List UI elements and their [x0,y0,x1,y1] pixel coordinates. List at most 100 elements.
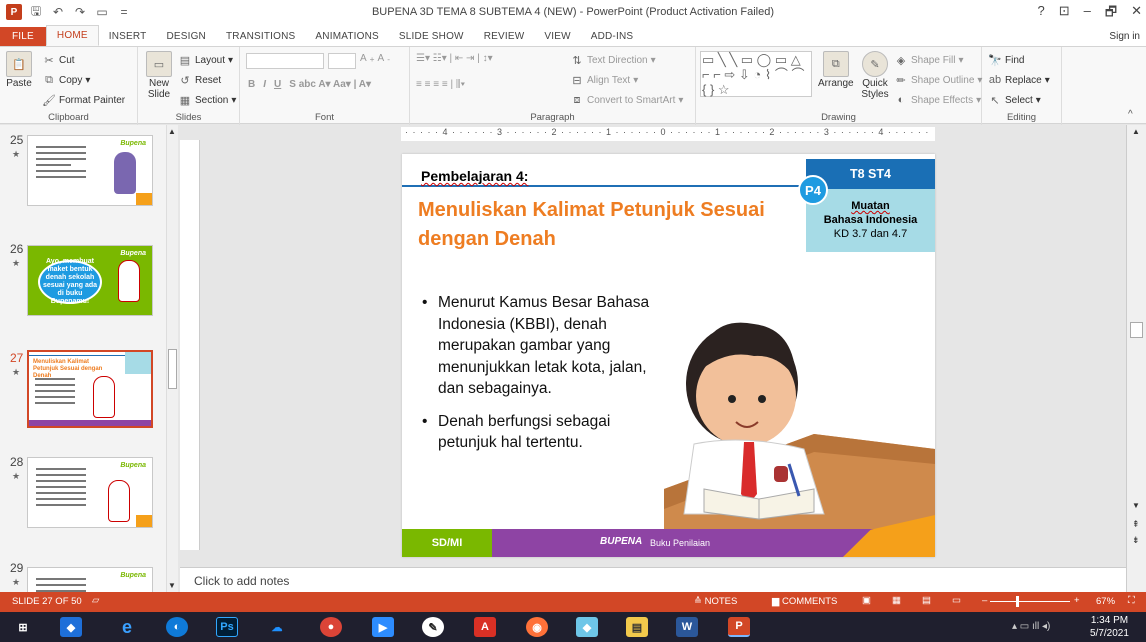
text-direction-button[interactable]: ⇅ Text Direction ▾ [570,53,655,67]
sign-in-link[interactable]: Sign in [1103,27,1146,46]
font-name-dropdown[interactable] [246,53,324,69]
tab-home[interactable]: HOME [45,25,99,46]
arrange-button[interactable]: ⧉ Arrange [818,51,854,89]
select-button[interactable]: ↖ Select ▾ [988,93,1040,107]
tab-review[interactable]: REVIEW [474,27,535,46]
defender-icon[interactable]: ◆ [60,617,82,637]
windows-start-icon[interactable]: ⊞ [12,617,34,637]
zoom-slider[interactable] [990,601,1070,602]
tab-slide-show[interactable]: SLIDE SHOW [389,27,474,46]
slide-sorter-icon[interactable]: ▦ [892,595,901,606]
layout-button[interactable]: ▤ Layout ▾ [178,53,233,67]
chrome-icon[interactable]: ● [320,617,342,637]
cut-button[interactable]: ✂ Cut [42,53,74,67]
tab-transitions[interactable]: TRANSITIONS [216,27,305,46]
file-explorer-icon[interactable]: ▤ [626,617,648,637]
align-text-button[interactable]: ⊟ Align Text ▾ [570,73,638,87]
slide-thumbnail-26[interactable]: Bupena Ayo, membuat maket bentuk denah s… [27,245,153,316]
tab-file[interactable]: FILE [0,27,46,46]
acrobat-icon[interactable]: A [474,617,496,637]
start-presentation-icon[interactable]: ▭ [94,4,110,20]
reset-button[interactable]: ↺ Reset [178,73,221,87]
tab-animations[interactable]: ANIMATIONS [305,27,388,46]
slide-thumbnail-27[interactable]: Menuliskan Kalimat Petunjuk Sesuai denga… [27,350,153,428]
paste-button[interactable]: 📋 Paste [6,51,32,89]
edge-icon[interactable]: ◐ [166,617,188,637]
pembelajaran-heading[interactable]: Pembelajaran 4: [421,168,528,184]
tab-insert[interactable]: INSERT [99,27,157,46]
powerpoint-taskbar-icon[interactable]: P [728,617,750,637]
onedrive-icon[interactable]: ☁ [266,617,288,637]
internet-explorer-icon[interactable]: e [116,617,138,637]
replace-button[interactable]: ab Replace ▾ [988,73,1050,87]
previous-slide-icon[interactable]: ⇞ [1132,519,1140,530]
slide-thumbnail-29[interactable]: Bupena [27,567,153,592]
tab-add-ins[interactable]: ADD-INS [581,27,644,46]
shape-outline-button[interactable]: ✏ Shape Outline ▾ [894,73,982,87]
slide-scrollbar[interactable]: ▲ ▼ ⇞ ⇟ [1126,125,1146,592]
firefox-icon[interactable]: ◉ [526,617,548,637]
find-button[interactable]: 🔭 Find [988,53,1024,67]
normal-view-icon[interactable]: ▣ [862,595,871,606]
scroll-up-icon[interactable]: ▲ [168,127,176,136]
tab-view[interactable]: VIEW [534,27,580,46]
zoom-in-icon[interactable]: + [1074,595,1080,606]
ribbon-display-button[interactable]: ⊡ [1059,3,1070,25]
font-format-buttons[interactable]: B I U S abc A▾ Aa▾ | A▾ [248,79,371,90]
format-painter-button[interactable]: 🖌 Format Painter [42,93,125,107]
notes-button[interactable]: ≙ NOTES [694,596,737,607]
section-button[interactable]: ▦ Section ▾ [178,93,237,107]
photoshop-icon[interactable]: Ps [216,617,238,637]
collapse-ribbon-icon[interactable]: ^ [1128,109,1133,120]
student-illustration[interactable] [664,284,935,534]
p4-badge[interactable]: P4 [798,175,828,205]
system-tray-icons[interactable]: ▴ ▭ ıll ◂) [1012,621,1050,632]
undo-icon[interactable]: ↶ [50,4,66,20]
reading-view-icon[interactable]: ▤ [922,595,931,606]
customize-toolbar-icon[interactable]: = [116,4,132,20]
word-icon[interactable]: W [676,617,698,637]
tab-design[interactable]: DESIGN [156,27,216,46]
slideshow-icon[interactable]: ▭ [952,595,961,606]
comments-button[interactable]: ▆ COMMENTS [772,596,837,607]
scroll-down-icon[interactable]: ▼ [1132,501,1140,510]
close-button[interactable]: ✕ [1131,3,1142,25]
shape-effects-button[interactable]: ◐ Shape Effects ▾ [894,93,981,107]
redo-icon[interactable]: ↷ [72,4,88,20]
slide-thumbnail-25[interactable]: Bupena [27,135,153,206]
zoom-level[interactable]: 67% [1096,596,1115,607]
minimize-button[interactable]: – [1084,3,1091,25]
fit-slide-icon[interactable]: ⛶ [1128,595,1135,606]
zoom-app-icon[interactable]: ▶ [372,617,394,637]
slide-bullets[interactable]: Menurut Kamus Besar Bahasa Indonesia (KB… [420,292,670,465]
save-icon[interactable]: 🖫 [28,4,44,20]
slide-title[interactable]: Menuliskan Kalimat Petunjuk Sesuai denga… [418,196,798,254]
slide-thumbnail-28[interactable]: Bupena [27,457,153,528]
align-buttons[interactable]: ≡ ≡ ≡ ≡ | ⫼▾ [416,79,465,90]
help-button[interactable]: ? [1038,3,1045,25]
list-buttons[interactable]: ☰▾ ☷▾ | ⇤ ⇥ | ↕▾ [416,53,493,64]
convert-smartart-button[interactable]: ⧈ Convert to SmartArt ▾ [570,93,684,107]
font-size-dropdown[interactable] [328,53,356,69]
inkscape-icon[interactable]: ✎ [422,617,444,637]
thumbnail-scrollbar[interactable]: ▲ ▼ [166,125,178,592]
notes-pane[interactable]: Click to add notes [180,567,1126,592]
scroll-up-icon[interactable]: ▲ [1132,127,1140,136]
shape-fill-button[interactable]: ◈ Shape Fill ▾ [894,53,964,67]
quick-styles-button[interactable]: ✎ Quick Styles [858,51,892,100]
slide[interactable]: Pembelajaran 4: T8 ST4 Muatan Bahasa Ind… [402,154,935,557]
restore-button[interactable]: 🗗 [1105,3,1117,25]
powerpoint-app-icon[interactable]: P [6,4,22,20]
spelling-icon[interactable]: ▱ [92,595,99,606]
new-slide-button[interactable]: ▭ New Slide [144,51,174,100]
clock[interactable]: 1:34 PM 5/7/2021 [1090,614,1129,640]
zoom-out-icon[interactable]: – [982,595,987,606]
notes-placeholder[interactable]: Click to add notes [194,574,289,588]
scroll-down-icon[interactable]: ▼ [168,581,176,590]
photos-icon[interactable]: ◆ [576,617,598,637]
copy-button[interactable]: ⧉ Copy ▾ [42,73,90,87]
next-slide-icon[interactable]: ⇟ [1132,535,1140,546]
font-grow-icon[interactable]: A + A- [360,53,390,64]
zoom-thumb[interactable] [1016,596,1019,607]
shapes-gallery[interactable]: ▭ ╲ ╲ ▭ ◯ ▭ △ ⌐ ⌐ ⇨ ⇩ ◔ ⌇ ⌒ ⌒ { } ☆ [700,51,812,97]
